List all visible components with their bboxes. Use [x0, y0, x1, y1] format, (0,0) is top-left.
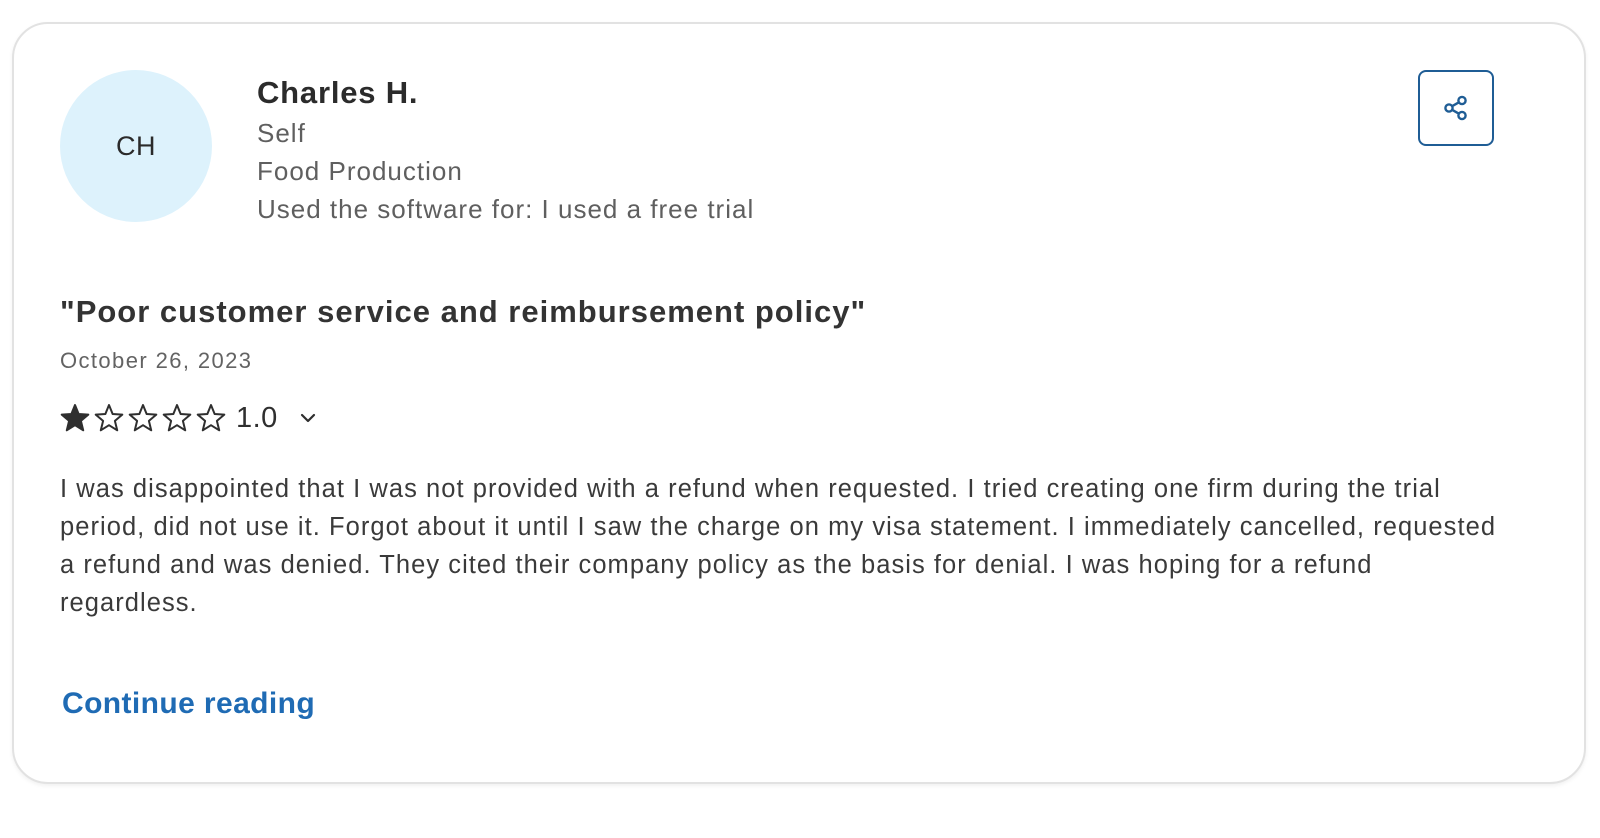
rating-value: 1.0 — [236, 401, 278, 434]
chevron-down-icon[interactable] — [298, 408, 318, 428]
avatar: CH — [60, 70, 212, 222]
star-empty-icon — [162, 404, 192, 432]
continue-reading-link[interactable]: Continue reading — [62, 684, 315, 724]
star-rating — [60, 403, 230, 433]
review-title: "Poor customer service and reimbursement… — [60, 294, 867, 329]
reviewer-role: Self — [257, 118, 306, 148]
review-date: October 26, 2023 — [60, 348, 253, 373]
review-card: CH Charles H. Self Food Production Used … — [12, 22, 1586, 784]
star-empty-icon — [128, 404, 158, 432]
reviewer-info: Charles H. Self Food Production Used the… — [257, 74, 754, 228]
rating-row: 1.0 — [60, 398, 318, 438]
reviewer-industry: Food Production — [257, 156, 463, 186]
star-empty-icon — [196, 404, 226, 432]
reviewer-usage: Used the software for: I used a free tri… — [257, 194, 755, 224]
star-filled-icon — [60, 404, 90, 432]
share-button[interactable] — [1418, 70, 1494, 146]
avatar-initials: CH — [116, 130, 156, 161]
share-icon — [1444, 95, 1467, 121]
review-body: I was disappointed that I was not provid… — [60, 475, 1497, 617]
reviewer-name: Charles H. — [257, 75, 419, 110]
star-empty-icon — [94, 404, 124, 432]
